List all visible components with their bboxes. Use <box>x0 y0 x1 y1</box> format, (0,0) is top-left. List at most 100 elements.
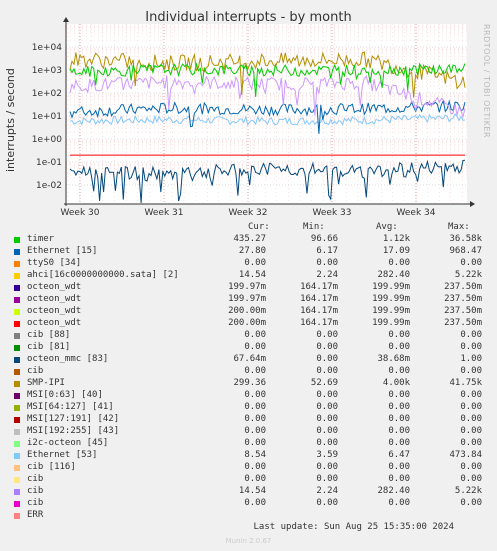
legend-max: 0.00 <box>460 330 482 340</box>
legend-name: MSI[192:255] [43] <box>27 426 120 436</box>
legend-max: 237.50m <box>444 306 482 316</box>
legend-max: 0.00 <box>460 402 482 412</box>
legend-row: Ethernet [15] 27.80 6.17 17.09 968.47 <box>0 246 497 258</box>
legend-min: 0.00 <box>316 414 338 424</box>
legend-swatch <box>14 513 20 519</box>
legend-swatch <box>14 333 20 339</box>
legend-row: timer 435.27 96.66 1.12k 36.58k <box>0 234 497 246</box>
legend-row: MSI[127:191] [42] 0.00 0.00 0.00 0.00 <box>0 414 497 426</box>
y-tick-label: 1e+00 <box>32 135 63 145</box>
legend-avg: 282.40 <box>377 270 410 280</box>
legend-swatch <box>14 321 20 327</box>
legend-swatch <box>14 345 20 351</box>
legend-row: cib [81] 0.00 0.00 0.00 0.00 <box>0 342 497 354</box>
legend-swatch <box>14 417 20 423</box>
legend-row: Ethernet [53] 8.54 3.59 6.47 473.84 <box>0 450 497 462</box>
col-min: Min: <box>303 222 325 232</box>
legend-row: ahci[16c0000000000.sata] [2] 14.54 2.24 282… <box>0 270 497 282</box>
legend-swatch <box>14 297 20 303</box>
col-avg: Avg: <box>376 222 398 232</box>
legend-cur: 0.00 <box>244 498 266 508</box>
legend-cur: 200.00m <box>228 306 266 316</box>
legend-avg: 282.40 <box>377 486 410 496</box>
interrupts-plot: 1e+04 1e+03 1e+02 1e+01 1e+00 1e-01 1e-02 Week… <box>32 17 475 218</box>
legend-avg: 17.09 <box>382 246 410 256</box>
legend-row: octeon_wdt 200.00m 164.17m 199.99m 237.50m <box>0 318 497 330</box>
legend-min: 164.17m <box>300 318 338 328</box>
last-update: Last update: Sun Aug 25 15:35:00 2024 <box>253 522 454 532</box>
legend-name: cib [88] <box>27 330 71 340</box>
legend-avg: 0.00 <box>388 438 410 448</box>
x-axis-arrow <box>470 201 475 207</box>
legend-avg: 199.99m <box>372 318 410 328</box>
legend-row: MSI[0:63] [40] 0.00 0.00 0.00 0.00 <box>0 390 497 402</box>
legend-max: 0.00 <box>460 414 482 424</box>
legend-min: 0.00 <box>316 438 338 448</box>
legend-row: octeon_wdt 200.00m 164.17m 199.99m 237.50m <box>0 306 497 318</box>
legend-swatch <box>14 441 20 447</box>
legend-avg: 199.99m <box>372 282 410 292</box>
legend-max: 0.00 <box>460 258 482 268</box>
legend-swatch <box>14 369 20 375</box>
legend-min: 96.66 <box>310 234 338 244</box>
legend-max: 237.50m <box>444 282 482 292</box>
legend-header: Cur: Min: Avg: Max: <box>0 222 497 234</box>
legend-cur: 0.00 <box>244 342 266 352</box>
legend-min: 3.59 <box>316 450 338 460</box>
legend-cur: 0.00 <box>244 474 266 484</box>
legend-max: 968.47 <box>449 246 482 256</box>
legend-avg: 0.00 <box>388 390 410 400</box>
legend-name: Ethernet [53] <box>27 450 98 460</box>
legend-row: octeon_wdt 199.97m 164.17m 199.99m 237.50m <box>0 282 497 294</box>
legend: timer 435.27 96.66 1.12k 36.58k Ethernet [15]… <box>0 234 497 522</box>
legend-min: 0.00 <box>316 498 338 508</box>
legend-swatch <box>14 261 20 267</box>
legend-row: ttyS0 [34] 0.00 0.00 0.00 0.00 <box>0 258 497 270</box>
legend-swatch <box>14 249 20 255</box>
x-tick-label: Week 34 <box>397 208 436 218</box>
legend-row: cib 0.00 0.00 0.00 0.00 <box>0 366 497 378</box>
legend-row: octeon_mmc [83] 67.64m 0.00 38.68m 1.00 <box>0 354 497 366</box>
legend-min: 0.00 <box>316 366 338 376</box>
y-tick-label: 1e+01 <box>32 112 62 122</box>
legend-cur: 8.54 <box>244 450 266 460</box>
legend-avg: 1.12k <box>382 234 410 244</box>
legend-max: 36.58k <box>449 234 482 244</box>
legend-min: 0.00 <box>316 342 338 352</box>
x-tick-label: Week 30 <box>61 208 100 218</box>
y-tick-label: 1e+02 <box>32 89 62 99</box>
legend-name: cib <box>27 486 44 496</box>
legend-name: octeon_wdt <box>27 282 82 292</box>
x-tick-labels: Week 30 Week 31 Week 32 Week 33 Week 34 <box>61 208 436 218</box>
legend-max: 237.50m <box>444 294 482 304</box>
legend-avg: 199.99m <box>372 294 410 304</box>
legend-cur: 199.97m <box>228 294 266 304</box>
legend-name: cib [81] <box>27 342 71 352</box>
legend-avg: 0.00 <box>388 366 410 376</box>
legend-avg: 6.47 <box>388 450 410 460</box>
y-tick-label: 1e+04 <box>32 43 63 53</box>
legend-cur: 0.00 <box>244 426 266 436</box>
legend-row: cib [116] 0.00 0.00 0.00 0.00 <box>0 462 497 474</box>
legend-avg: 0.00 <box>388 414 410 424</box>
legend-name: MSI[64:127] [41] <box>27 402 114 412</box>
y-tick-label: 1e-01 <box>36 158 62 168</box>
legend-cur: 67.64m <box>233 354 266 364</box>
y-axis-arrow <box>63 17 69 22</box>
legend-swatch <box>14 489 20 495</box>
legend-swatch <box>14 453 20 459</box>
legend-max: 1.00 <box>460 354 482 364</box>
legend-min: 52.69 <box>310 378 338 388</box>
legend-swatch <box>14 273 20 279</box>
legend-name: i2c-octeon [45] <box>27 438 109 448</box>
legend-name: octeon_wdt <box>27 306 82 316</box>
legend-avg: 0.00 <box>388 330 410 340</box>
legend-min: 0.00 <box>316 402 338 412</box>
legend-cur: 200.00m <box>228 318 266 328</box>
legend-max: 0.00 <box>460 474 482 484</box>
legend-cur: 0.00 <box>244 438 266 448</box>
legend-max: 5.22k <box>454 270 482 280</box>
x-tick-label: Week 33 <box>313 208 352 218</box>
legend-cur: 0.00 <box>244 462 266 472</box>
legend-cur: 0.00 <box>244 330 266 340</box>
